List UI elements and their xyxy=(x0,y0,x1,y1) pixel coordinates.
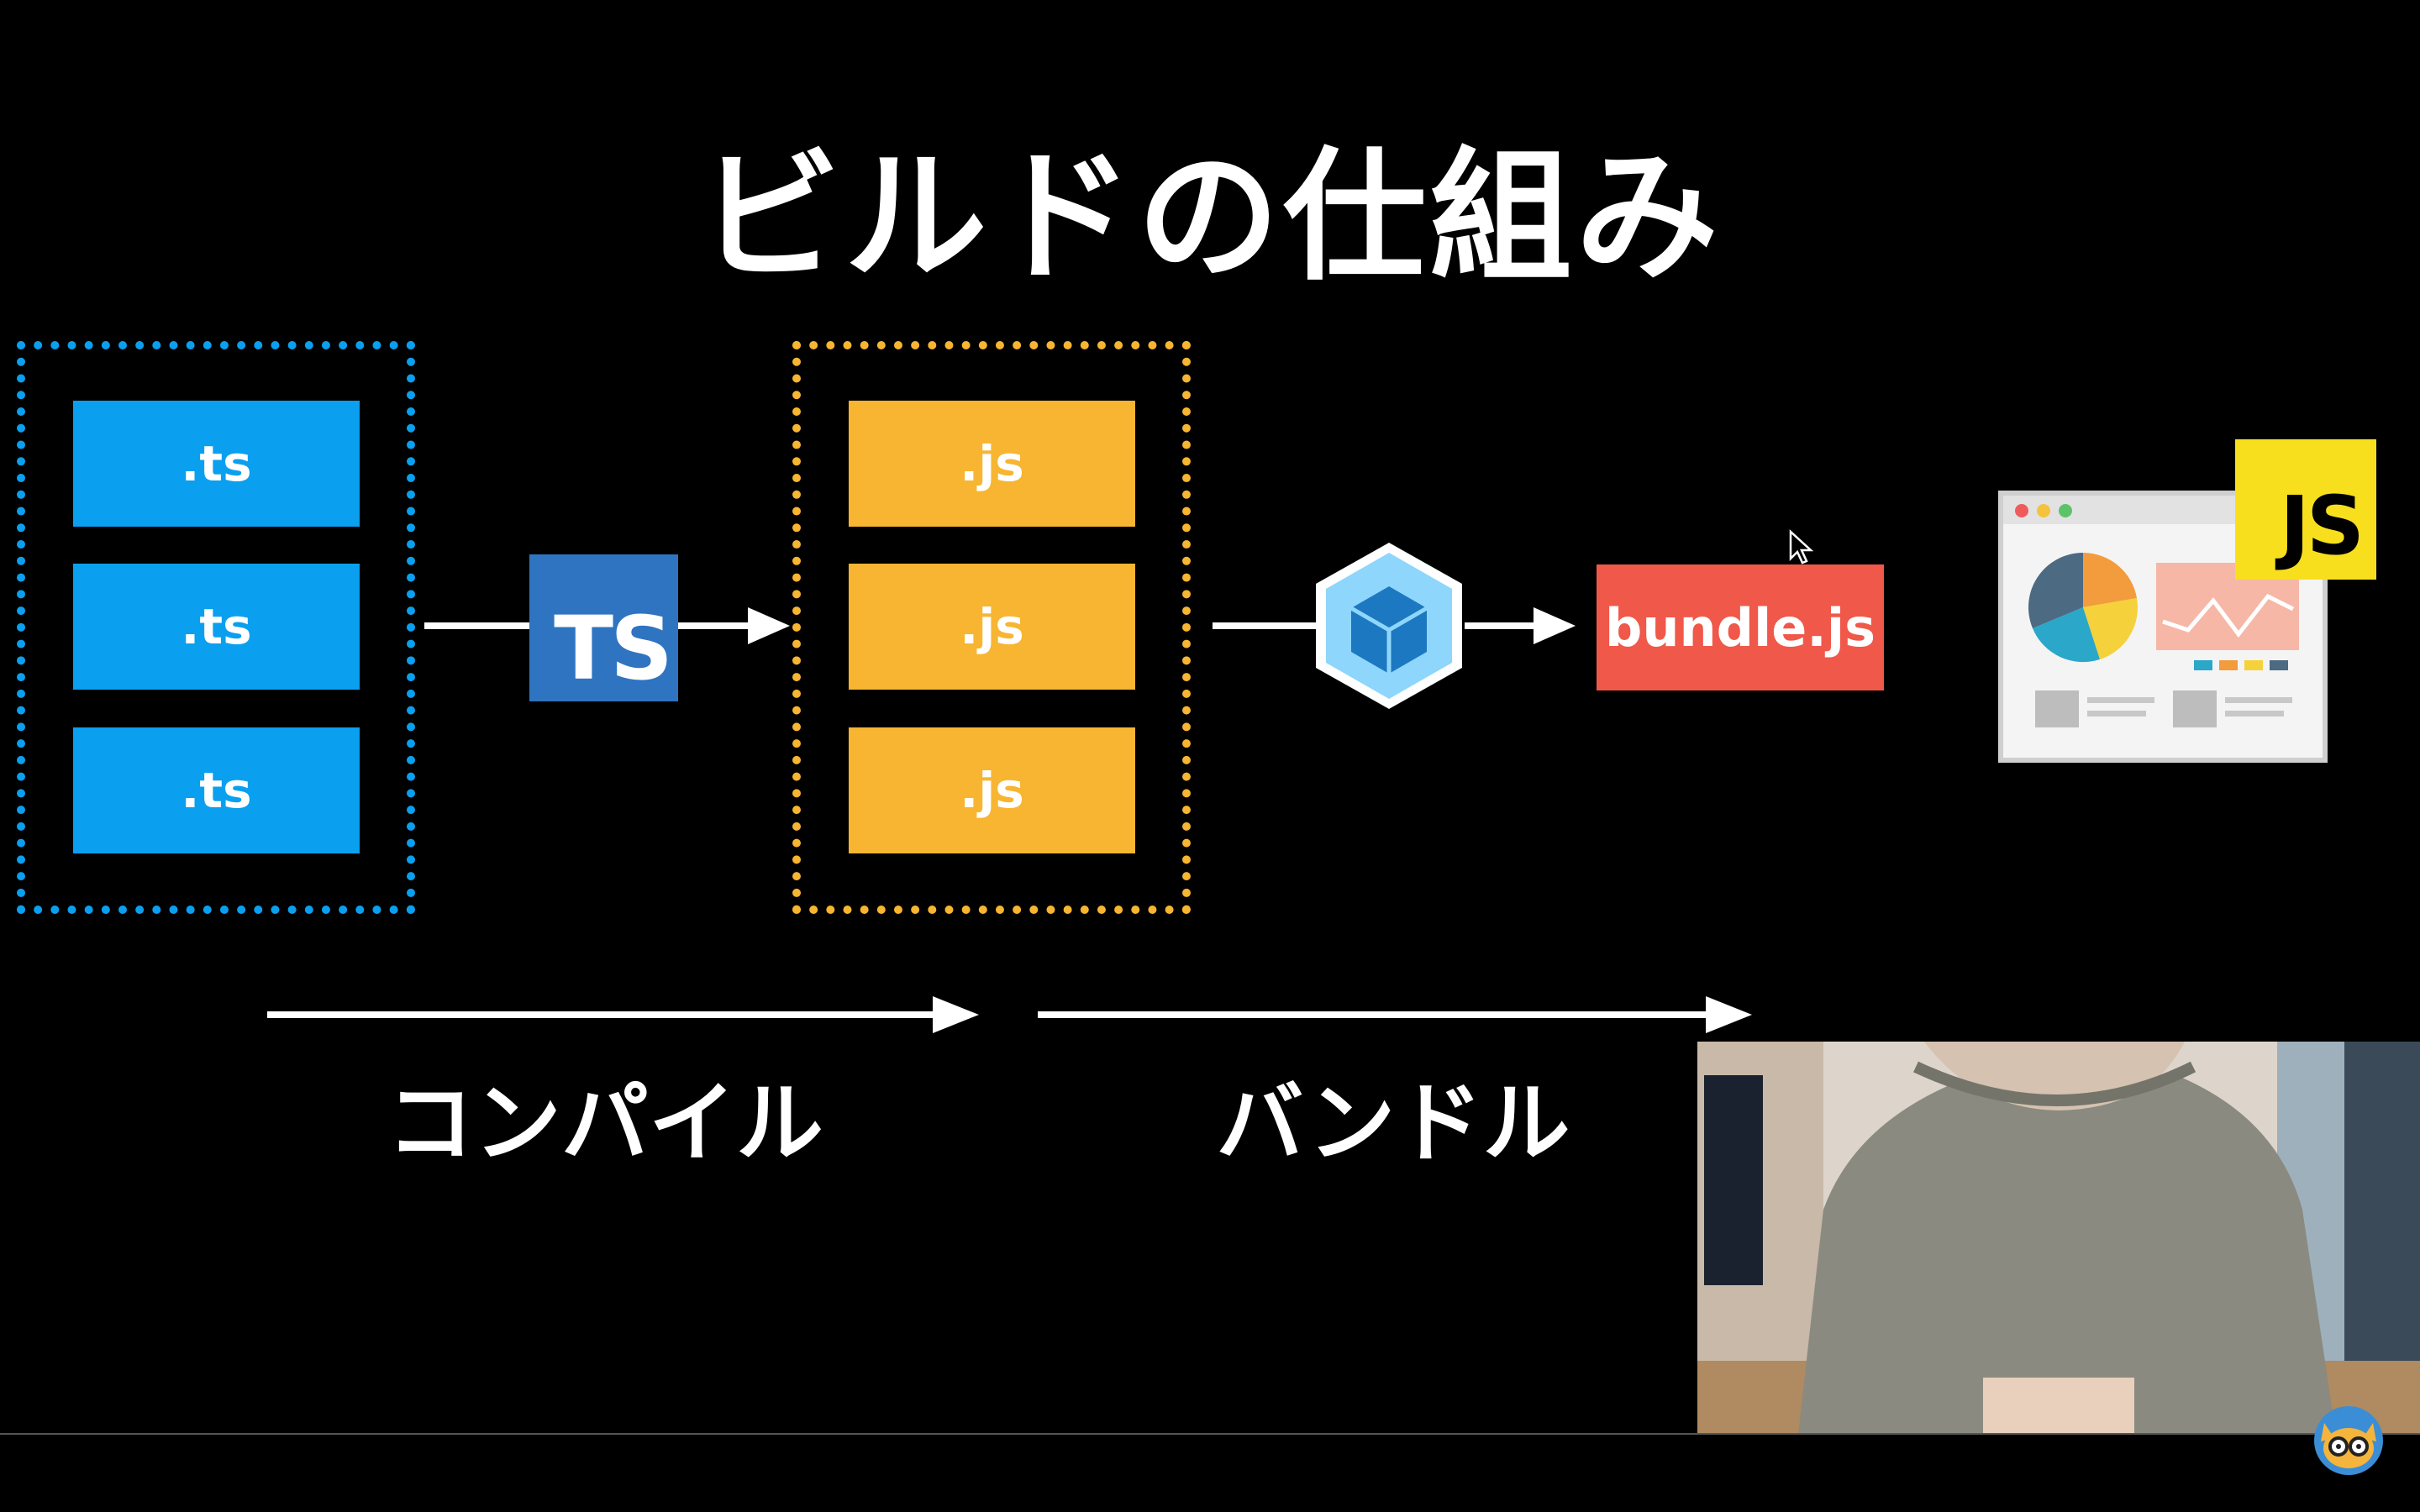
webpack-cube-icon xyxy=(1316,543,1462,709)
js-badge-text: JS xyxy=(2280,479,2365,573)
compile-label: コンパイル xyxy=(386,1072,823,1174)
ts-logo-text: TS xyxy=(554,597,673,700)
bundle-file: bundle.js xyxy=(1597,564,1884,690)
bundle-label: バンドル xyxy=(1216,1072,1570,1174)
typescript-logo-icon: TS xyxy=(529,554,678,701)
arrow-head xyxy=(1534,607,1576,644)
webcam-video-frame xyxy=(1697,1042,2420,1435)
video-bottom-divider xyxy=(0,1433,2420,1435)
step-arrow-head xyxy=(933,996,979,1033)
arrow-head xyxy=(748,607,790,644)
mouse-cursor-icon xyxy=(1789,529,1813,564)
js-file: .js xyxy=(849,401,1135,527)
presenter-webcam xyxy=(1697,1042,2420,1435)
js-badge: JS xyxy=(2235,439,2376,580)
step-arrow-head xyxy=(1706,996,1752,1033)
js-file: .js xyxy=(849,727,1135,853)
channel-mascot-icon xyxy=(2314,1406,2383,1475)
js-file: .js xyxy=(849,564,1135,690)
